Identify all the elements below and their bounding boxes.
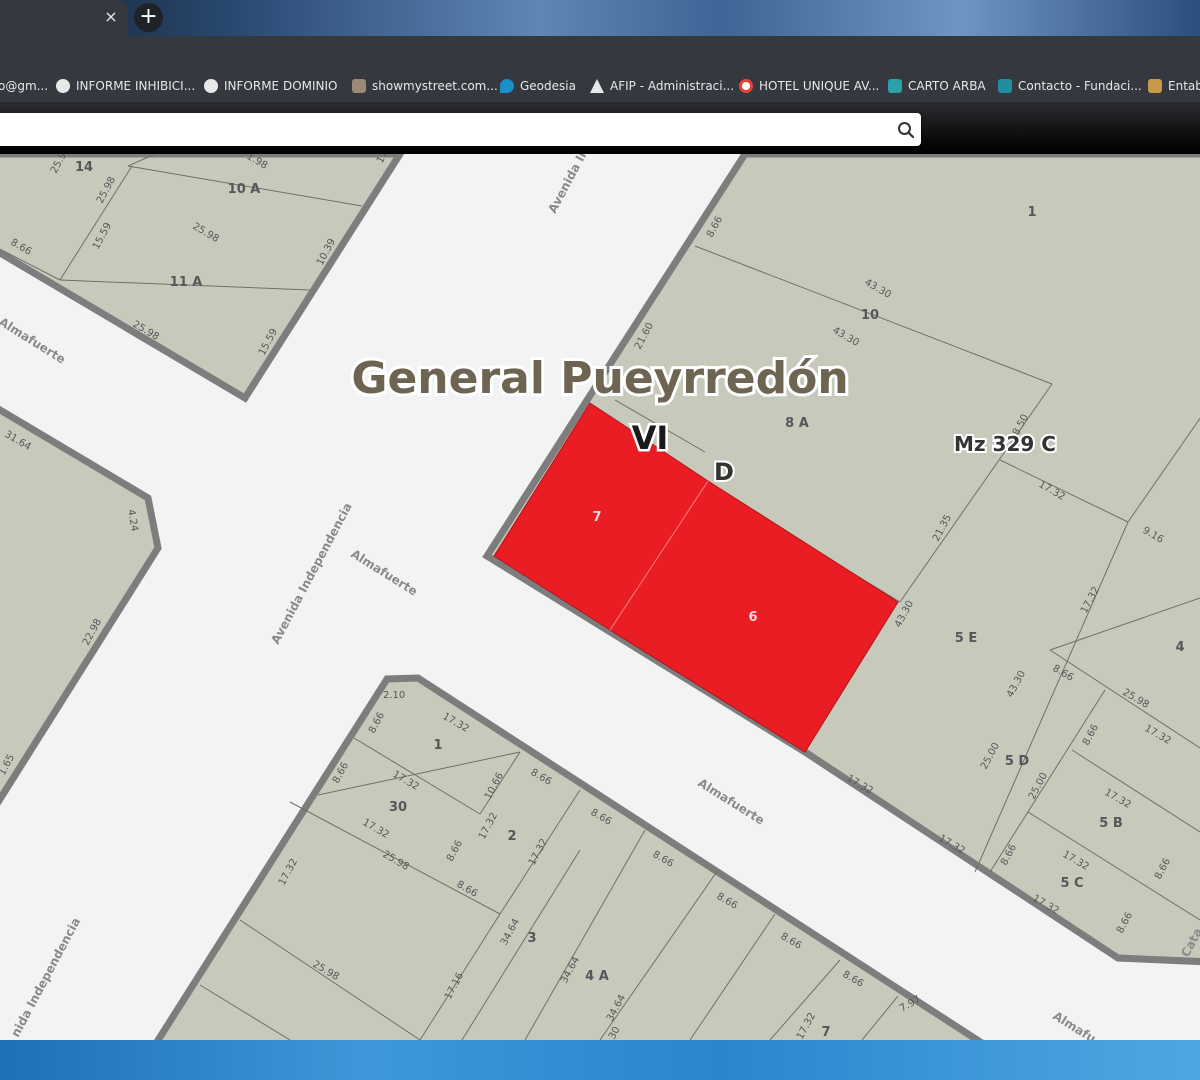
map-canvas[interactable]: Avenida In Almafuerte Avenida Independen… <box>0 154 1200 1040</box>
manzana-label: Mz 329 C <box>954 432 1056 456</box>
tab-strip: × + <box>0 0 1200 36</box>
lot-label: 10 <box>861 308 879 323</box>
taskbar <box>0 1040 1200 1080</box>
bookmarks-bar: o@gm... INFORME INHIBICI... INFORME DOMI… <box>0 68 1200 102</box>
globe-icon <box>204 79 218 93</box>
lot-label: 1 <box>433 738 442 753</box>
circunscripcion-label: VI <box>632 419 669 457</box>
street-label-almafuerte-left: Almafuerte <box>0 315 68 367</box>
bookmark-informe-inhibicion[interactable]: INFORME INHIBICI... <box>56 77 195 95</box>
lot-label: 5 D <box>1005 754 1030 769</box>
lot-label: 7 <box>821 1025 830 1040</box>
lot-label-selected: 7 <box>592 510 601 525</box>
image-icon <box>352 79 366 93</box>
lot-label: 4 A <box>585 969 609 984</box>
bookmark-afip[interactable]: AFIP - Administraci... <box>590 77 734 95</box>
bookmark-contacto-fundacion[interactable]: Contacto - Fundaci... <box>998 77 1142 95</box>
new-tab-button[interactable]: + <box>134 3 163 32</box>
lot-label: 8 A <box>785 416 809 431</box>
google-icon <box>739 79 753 93</box>
street-label-almafuerte-br: Almafu <box>1050 1009 1098 1040</box>
globe-icon <box>56 79 70 93</box>
close-icon[interactable]: × <box>100 6 122 28</box>
cadastral-map[interactable]: Avenida In Almafuerte Avenida Independen… <box>0 154 1200 1040</box>
street-label-almafuerte-center: Almafuerte <box>348 547 420 599</box>
lot-label: 4 <box>1175 640 1184 655</box>
bookmark-entab[interactable]: Entab <box>1148 77 1200 95</box>
geodesia-icon <box>500 79 514 93</box>
search-icon[interactable] <box>895 119 917 141</box>
map-search-input[interactable] <box>8 113 882 148</box>
afip-icon <box>590 79 604 93</box>
bookmark-informe-dominio[interactable]: INFORME DOMINIO <box>204 77 338 95</box>
address-bar-area <box>0 36 1200 68</box>
folder-icon <box>1148 79 1162 93</box>
lot-label: 30 <box>389 800 407 815</box>
lot-label: 10 A <box>228 182 261 197</box>
section-label: D <box>714 458 734 486</box>
bookmark-geodesia[interactable]: Geodesia <box>500 77 576 95</box>
street-label-almafuerte-lower: Almafuerte <box>695 776 767 828</box>
map-search-box <box>0 113 921 148</box>
arba-icon <box>888 79 902 93</box>
w-icon <box>998 79 1012 93</box>
lot-label-selected: 6 <box>748 610 757 625</box>
bookmark-carto-arba[interactable]: CARTO ARBA <box>888 77 986 95</box>
lot-label: 5 C <box>1060 876 1083 891</box>
lot-label: 11 A <box>170 275 203 290</box>
lot-label: 5 E <box>955 631 977 646</box>
district-title: General Pueyrredón <box>351 353 848 404</box>
bookmark-gmail[interactable]: o@gm... <box>0 77 48 95</box>
lot-label: 3 <box>527 931 536 946</box>
street-label-avenida-mid: Avenida Independencia <box>268 500 355 646</box>
bookmark-hotel-unique[interactable]: HOTEL UNIQUE AV... <box>739 77 879 95</box>
dimension-label: 2.10 <box>383 690 405 701</box>
bookmark-showmystreet[interactable]: showmystreet.com... <box>352 77 498 95</box>
street-label-avenida-top: Avenida In <box>545 154 591 215</box>
lot-label: 1 <box>1027 205 1036 220</box>
lot-label: 14 <box>75 160 93 175</box>
lot-label: 2 <box>507 829 516 844</box>
block-left[interactable] <box>0 404 162 815</box>
lot-label: 5 B <box>1099 816 1122 831</box>
active-tab[interactable]: × <box>0 0 128 36</box>
street-label-avenida-bottom: nida Independencia <box>8 915 83 1039</box>
